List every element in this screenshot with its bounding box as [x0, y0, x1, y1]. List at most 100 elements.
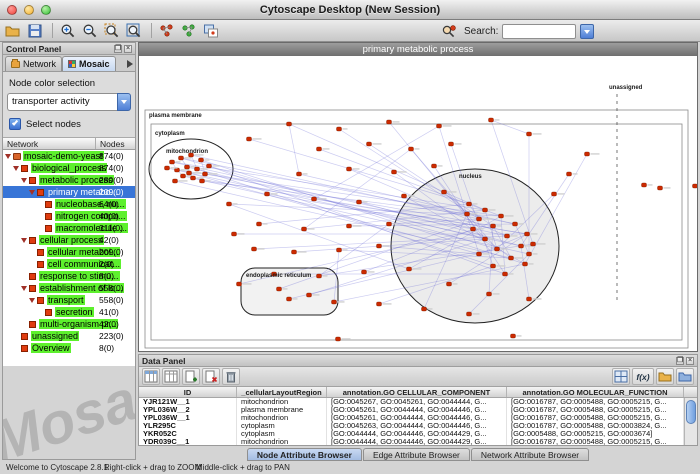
search-dropdown-button[interactable] [580, 24, 594, 39]
tab-mosaic[interactable]: Mosaic [62, 56, 116, 71]
network-node[interactable] [232, 232, 237, 236]
network-node[interactable] [179, 156, 184, 160]
advanced-search-button[interactable] [440, 22, 460, 41]
tree-row-establishment-of-lo-[interactable]: establishment of lo...558(0) [3, 282, 135, 294]
expander-icon[interactable] [21, 286, 29, 291]
network-node[interactable] [519, 244, 524, 248]
network-node[interactable] [307, 293, 312, 297]
network-node[interactable] [465, 212, 470, 216]
network-node[interactable] [447, 282, 452, 286]
network-node[interactable] [513, 222, 518, 226]
network-node[interactable] [527, 132, 532, 136]
delete-attribute-button[interactable] [202, 368, 220, 385]
expander-icon[interactable] [13, 166, 21, 171]
network-node[interactable] [442, 190, 447, 194]
tree-row-primary-metabo-[interactable]: primary metabo...209(0) [3, 186, 135, 198]
tree-row-multi-organism-pr-[interactable]: multi-organism pr...42(0) [3, 318, 135, 330]
network-node[interactable] [185, 165, 190, 169]
network-node[interactable] [585, 152, 590, 156]
zoom-fit-button[interactable] [125, 21, 145, 40]
color-attribute-combobox[interactable]: transporter activity [7, 93, 131, 111]
table-row[interactable]: YDR039C__1mitochondrion[GO:0044444, GO:0… [139, 438, 697, 445]
tree-row-secretion[interactable]: secretion41(0) [3, 306, 135, 318]
column-header[interactable]: annotation.GO CELLULAR_COMPONENT [327, 387, 507, 397]
network-node[interactable] [297, 172, 302, 176]
network-node[interactable] [277, 287, 282, 291]
network-node[interactable] [292, 250, 297, 254]
expander-icon[interactable] [29, 190, 37, 195]
network-node[interactable] [199, 158, 204, 162]
network-node[interactable] [642, 183, 647, 187]
expander-icon[interactable] [21, 238, 29, 243]
tree-row-nucleobase-nu-[interactable]: nucleobase, nu...64(0) [3, 198, 135, 210]
zoom-selected-button[interactable] [103, 21, 123, 40]
network-node[interactable] [203, 172, 208, 176]
network-node[interactable] [367, 142, 372, 146]
close-window-button[interactable] [7, 5, 17, 15]
network-node[interactable] [200, 179, 205, 183]
table-row[interactable]: YPL036W__1mitochondrion[GO:0045261, GO:0… [139, 414, 697, 422]
table-row[interactable]: YKR052Ccytoplasm[GO:0044444, GO:0044446,… [139, 430, 697, 438]
network-node[interactable] [477, 217, 482, 221]
new-network-from-selection-button[interactable] [180, 21, 200, 40]
network-node[interactable] [523, 262, 528, 266]
network-node[interactable] [362, 270, 367, 274]
network-canvas[interactable]: plasma membranecytoplasmmitochondrionnuc… [139, 56, 697, 351]
table-scrollbar[interactable] [684, 398, 697, 445]
zoom-out-button[interactable] [81, 21, 101, 40]
zoom-in-button[interactable] [59, 21, 79, 40]
network-node[interactable] [181, 174, 186, 178]
network-node[interactable] [312, 197, 317, 201]
network-node[interactable] [483, 208, 488, 212]
network-edge[interactable] [491, 120, 529, 134]
network-node[interactable] [347, 224, 352, 228]
tree-row-biological-process[interactable]: biological_process874(0) [3, 162, 135, 174]
tab-network-attribute-browser[interactable]: Network Attribute Browser [471, 448, 589, 461]
clear-attributes-button[interactable] [222, 368, 240, 385]
network-edge[interactable] [319, 224, 389, 276]
tree-row-response-to-stimu-[interactable]: response to stimu...8(0) [3, 270, 135, 282]
network-node[interactable] [377, 302, 382, 306]
tree-row-unassigned[interactable]: unassigned223(0) [3, 330, 135, 342]
network-node[interactable] [287, 297, 292, 301]
save-session-button[interactable] [26, 21, 46, 40]
network-node[interactable] [247, 137, 252, 141]
tree-row-cellular-process[interactable]: cellular process42(0) [3, 234, 135, 246]
network-edge[interactable] [289, 124, 299, 174]
network-node[interactable] [207, 164, 212, 168]
network-node[interactable] [487, 292, 492, 296]
network-node[interactable] [337, 248, 342, 252]
network-node[interactable] [483, 237, 488, 241]
tree-row-macromolecule-[interactable]: macromolecule ...311(0) [3, 222, 135, 234]
network-node[interactable] [503, 272, 508, 276]
tab-network[interactable]: Network [5, 56, 62, 71]
column-header[interactable]: annotation.GO MOLECULAR_FUNCTION [507, 387, 684, 397]
network-node[interactable] [437, 124, 442, 128]
new-attribute-button[interactable] [182, 368, 200, 385]
search-input[interactable] [502, 24, 576, 39]
export-attributes-button[interactable] [676, 368, 694, 385]
network-node[interactable] [170, 160, 175, 164]
network-node[interactable] [525, 232, 530, 236]
combo-dropdown-button[interactable] [117, 93, 131, 111]
network-edge[interactable] [249, 139, 469, 204]
tree-row-cellular-metabol-[interactable]: cellular metabol...209(0) [3, 246, 135, 258]
attribute-grid-button[interactable] [612, 368, 630, 385]
network-node[interactable] [477, 252, 482, 256]
network-node[interactable] [165, 166, 170, 170]
network-node[interactable] [491, 264, 496, 268]
expander-icon[interactable] [21, 178, 29, 183]
network-node[interactable] [191, 176, 196, 180]
tab-scroll-right-button[interactable] [127, 60, 133, 68]
expander-icon[interactable] [5, 154, 13, 159]
network-node[interactable] [449, 142, 454, 146]
scrollbar-thumb[interactable] [686, 400, 696, 424]
column-header[interactable]: ID [139, 387, 237, 397]
network-node[interactable] [332, 300, 337, 304]
network-node[interactable] [187, 171, 192, 175]
function-builder-button[interactable]: f(x) [632, 368, 654, 385]
network-node[interactable] [491, 224, 496, 228]
close-panel-button[interactable]: × [124, 45, 132, 53]
network-node[interactable] [252, 247, 257, 251]
minimize-window-button[interactable] [24, 5, 34, 15]
